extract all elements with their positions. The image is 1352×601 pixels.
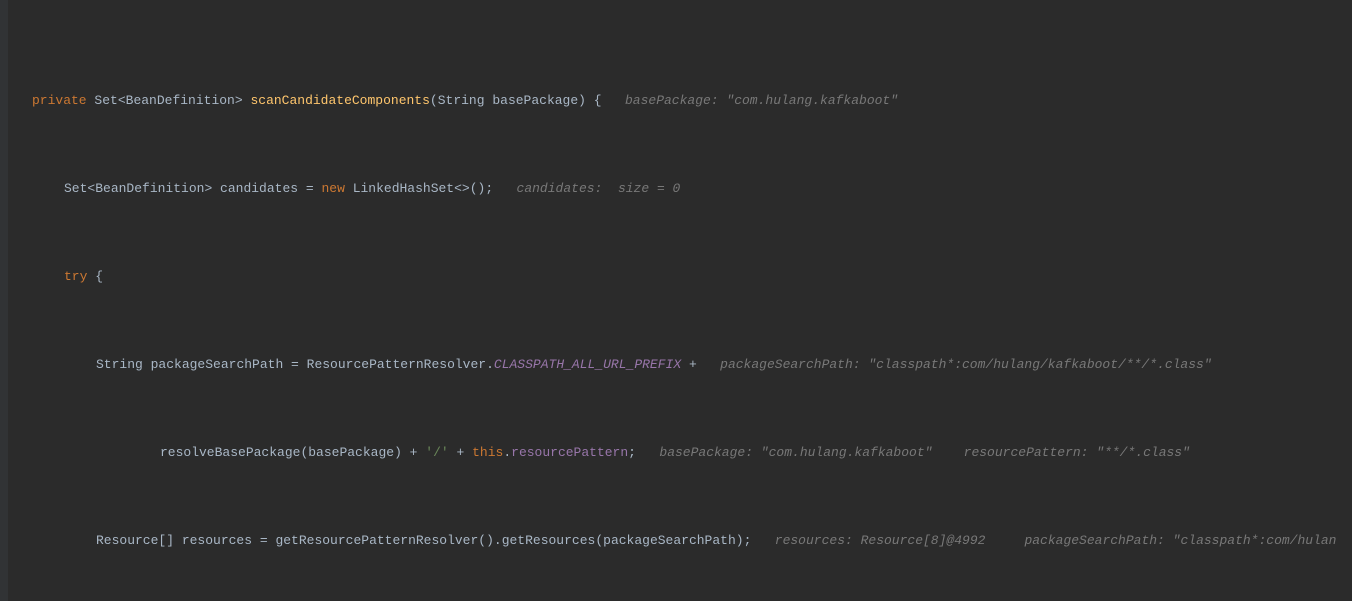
inline-hint: resources: Resource[8]@4992 bbox=[775, 530, 986, 552]
method-call: resolveBasePackage bbox=[160, 442, 300, 464]
type: Set bbox=[94, 90, 117, 112]
var: packageSearchPath bbox=[603, 530, 736, 552]
param: basePackage bbox=[492, 90, 578, 112]
keyword-private: private bbox=[32, 90, 87, 112]
code-line[interactable]: Resource[] resources = getResourcePatter… bbox=[32, 530, 1352, 552]
var: basePackage bbox=[308, 442, 394, 464]
method-name: scanCandidateComponents bbox=[250, 90, 429, 112]
code-line[interactable]: resolveBasePackage(basePackage) + '/' + … bbox=[32, 442, 1352, 464]
var: candidates bbox=[220, 178, 298, 200]
type: ResourcePatternResolver bbox=[307, 354, 486, 376]
type: LinkedHashSet bbox=[353, 178, 454, 200]
var: packageSearchPath bbox=[151, 354, 284, 376]
code-line[interactable]: try { bbox=[32, 266, 1352, 288]
type: Resource[] bbox=[96, 530, 174, 552]
inline-hint: resourcePattern: "**/*.class" bbox=[964, 442, 1190, 464]
char-literal: '/' bbox=[425, 442, 448, 464]
type: String bbox=[438, 90, 485, 112]
keyword-this: this bbox=[472, 442, 503, 464]
method-call: getResources bbox=[502, 530, 596, 552]
constant: CLASSPATH_ALL_URL_PREFIX bbox=[494, 354, 681, 376]
field: resourcePattern bbox=[511, 442, 628, 464]
inline-hint: basePackage: "com.hulang.kafkaboot" bbox=[659, 442, 932, 464]
type: BeanDefinition bbox=[95, 178, 204, 200]
method-call: getResourcePatternResolver bbox=[275, 530, 478, 552]
inline-hint: packageSearchPath: "classpath*:com/hulan bbox=[1024, 530, 1336, 552]
code-editor[interactable]: private Set<BeanDefinition> scanCandidat… bbox=[0, 0, 1352, 601]
inline-hint: basePackage: "com.hulang.kafkaboot" bbox=[625, 90, 898, 112]
type: String bbox=[96, 354, 143, 376]
code-area[interactable]: private Set<BeanDefinition> scanCandidat… bbox=[12, 24, 1352, 601]
keyword-try: try bbox=[64, 266, 87, 288]
keyword-new: new bbox=[321, 178, 344, 200]
inline-hint: packageSearchPath: "classpath*:com/hulan… bbox=[720, 354, 1211, 376]
type: BeanDefinition bbox=[126, 90, 235, 112]
type: Set bbox=[64, 178, 87, 200]
code-line[interactable]: private Set<BeanDefinition> scanCandidat… bbox=[32, 90, 1352, 112]
inline-hint: candidates: size = 0 bbox=[517, 178, 681, 200]
gutter bbox=[0, 0, 8, 601]
var: resources bbox=[182, 530, 252, 552]
code-line[interactable]: Set<BeanDefinition> candidates = new Lin… bbox=[32, 178, 1352, 200]
code-line[interactable]: String packageSearchPath = ResourcePatte… bbox=[32, 354, 1352, 376]
